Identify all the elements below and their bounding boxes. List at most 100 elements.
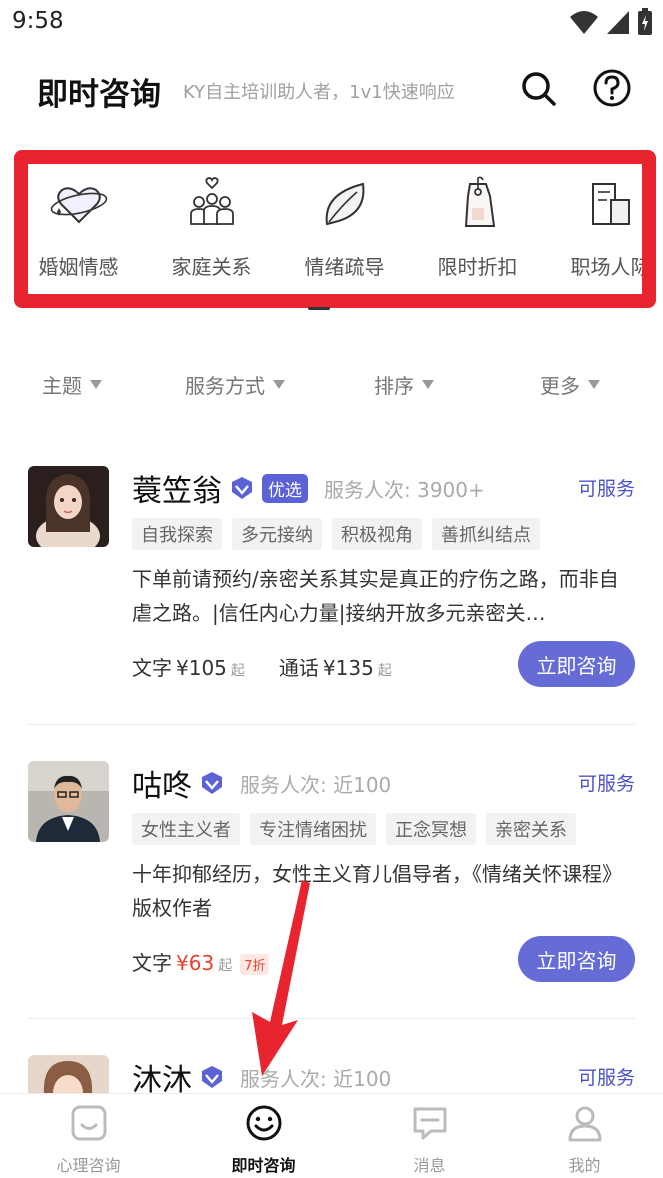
filter-bar: 主题 服务方式 排序 更多	[0, 360, 663, 410]
filter-label: 服务方式	[185, 374, 265, 398]
category-label: 限时折扣	[437, 255, 518, 279]
category-label: 情绪疏导	[304, 255, 385, 279]
text-price: ¥105	[176, 656, 227, 680]
search-icon[interactable]	[518, 68, 558, 108]
avatar[interactable]	[28, 1055, 109, 1093]
availability-status: 可服务	[577, 773, 635, 795]
served-count: 服务人次: 近100	[240, 772, 392, 797]
tag: 女性主义者	[132, 813, 240, 845]
verified-badge-icon	[202, 1066, 222, 1088]
status-time: 9:58	[12, 8, 64, 34]
counselor-card[interactable]: 沐沐 服务人次: 近100 可服务	[28, 1055, 635, 1093]
header: 即时咨询 KY自主培训助人者，1v1快速响应	[0, 60, 663, 120]
category-workplace[interactable]: 职场人际	[544, 164, 642, 294]
price-tag-icon	[464, 176, 495, 227]
person-icon	[568, 1106, 601, 1142]
page-title: 即时咨询	[37, 77, 161, 113]
triangle-down-icon	[588, 380, 600, 389]
leaf-icon	[325, 182, 364, 226]
nav-psych-consult[interactable]: 心理咨询	[6, 1094, 171, 1178]
filter-topic[interactable]: 主题	[42, 370, 102, 399]
heart-ring-icon	[50, 187, 107, 224]
tag: 多元接纳	[232, 518, 322, 550]
nav-label: 我的	[568, 1156, 601, 1175]
avatar-image	[28, 1055, 109, 1093]
consult-now-button[interactable]: 立即咨询	[518, 936, 635, 982]
chat-bubble-icon	[413, 1107, 446, 1140]
category-label: 婚姻情感	[38, 255, 119, 279]
battery-icon	[638, 8, 652, 35]
filter-service-mode[interactable]: 服务方式	[185, 370, 285, 399]
status-icons	[569, 8, 653, 36]
nav-label: 消息	[413, 1156, 446, 1175]
category-discount[interactable]: 限时折扣	[411, 164, 544, 294]
counselor-name[interactable]: 咕咚	[132, 761, 192, 805]
price-row: 文字 ¥105 起 通话 ¥135 起	[132, 652, 422, 681]
category-carousel[interactable]: 婚姻情感 家庭关系 情绪疏导 限时折扣 职场人际	[14, 150, 656, 308]
signal-icon	[607, 11, 629, 34]
nav-profile[interactable]: 我的	[502, 1094, 663, 1178]
avatar[interactable]	[28, 466, 109, 547]
text-label: 文字	[132, 656, 172, 680]
wifi-icon	[570, 11, 598, 34]
triangle-down-icon	[273, 380, 285, 389]
counselor-card[interactable]: 蓑笠翁 优选 服务人次: 3900+ 可服务 自我探索 多元接纳 积极视角 善抓…	[28, 466, 635, 696]
price-suffix: 起	[230, 663, 245, 679]
filter-label: 更多	[540, 374, 580, 398]
triangle-down-icon	[422, 380, 434, 389]
office-building-icon	[591, 183, 630, 225]
name-row: 蓑笠翁 优选 服务人次: 3900+	[132, 466, 485, 510]
carousel-indicator	[308, 307, 330, 310]
avatar-image	[28, 466, 109, 547]
category-strip: 婚姻情感 家庭关系 情绪疏导 限时折扣 职场人际	[28, 164, 642, 294]
counselor-description: 十年抑郁经历，女性主义育儿倡导者，《情绪关怀课程》版权作者	[132, 862, 622, 920]
call-label: 通话	[278, 656, 319, 680]
availability-status: 可服务	[577, 1067, 635, 1089]
counselor-description: 下单前请预约/亲密关系其实是真正的疗伤之路，而非自虐之路。|信任内心力量|接纳开…	[132, 567, 619, 625]
bottom-nav: 心理咨询 即时咨询 消息 我的	[0, 1093, 663, 1178]
category-marriage[interactable]: 婚姻情感	[28, 164, 145, 294]
availability-status: 可服务	[577, 478, 635, 500]
smile-box-icon	[71, 1105, 106, 1141]
triangle-down-icon	[90, 380, 102, 389]
featured-badge: 优选	[262, 473, 308, 503]
text-price: ¥63	[176, 951, 215, 975]
call-price: ¥135	[322, 656, 374, 680]
category-label: 家庭关系	[171, 255, 252, 279]
price-suffix: 起	[218, 958, 233, 974]
price-suffix: 起	[377, 663, 392, 679]
consult-now-button[interactable]: 立即咨询	[518, 641, 635, 687]
filter-sort[interactable]: 排序	[374, 370, 434, 399]
category-emotion[interactable]: 情绪疏导	[278, 164, 411, 294]
name-row: 沐沐 服务人次: 近100	[132, 1055, 391, 1093]
tag: 专注情绪困扰	[250, 813, 376, 845]
nav-messages[interactable]: 消息	[347, 1094, 512, 1178]
price-row: 文字 ¥63 起 7折	[132, 947, 270, 976]
family-icon	[189, 177, 234, 225]
page-subtitle: KY自主培训助人者，1v1快速响应	[183, 82, 455, 103]
text-label: 文字	[132, 951, 172, 975]
status-bar: 9:58	[0, 0, 663, 48]
tag: 积极视角	[332, 518, 422, 550]
discount-badge: 7折	[240, 954, 270, 975]
counselor-card[interactable]: 咕咚 服务人次: 近100 可服务 女性主义者 专注情绪困扰 正念冥想 亲密关系…	[28, 761, 635, 991]
name-row: 咕咚 服务人次: 近100	[132, 761, 391, 805]
verified-badge-icon	[232, 477, 252, 499]
counselor-name[interactable]: 蓑笠翁	[132, 466, 222, 510]
divider	[28, 1018, 635, 1019]
tag: 善抓纠结点	[432, 518, 540, 550]
served-count: 服务人次: 近100	[240, 1066, 392, 1091]
tag: 自我探索	[132, 518, 222, 550]
filter-more[interactable]: 更多	[540, 370, 600, 399]
category-family[interactable]: 家庭关系	[145, 164, 278, 294]
nav-label: 心理咨询	[56, 1156, 121, 1175]
tag: 亲密关系	[486, 813, 576, 845]
served-count: 服务人次: 3900+	[324, 477, 485, 502]
nav-instant-consult[interactable]: 即时咨询	[181, 1094, 346, 1178]
divider	[28, 724, 635, 725]
counselor-name[interactable]: 沐沐	[132, 1055, 192, 1093]
help-icon[interactable]	[592, 68, 632, 108]
filter-label: 排序	[374, 374, 414, 398]
verified-badge-icon	[202, 772, 222, 794]
avatar[interactable]	[28, 761, 109, 842]
